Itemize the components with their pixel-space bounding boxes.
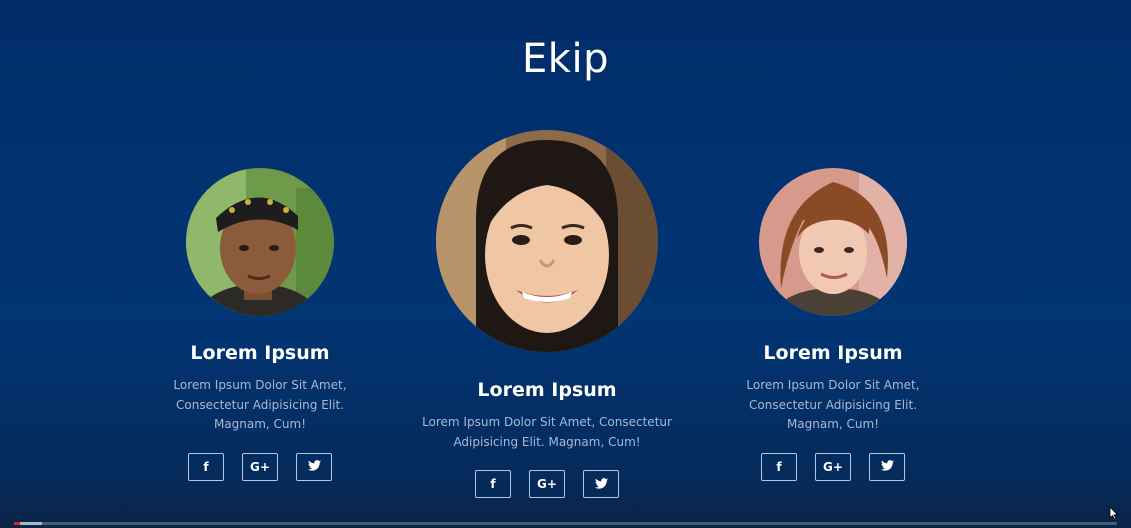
member-description: Lorem Ipsum Dolor Sit Amet, Consectetur … (130, 376, 390, 435)
member-photo-1 (186, 168, 334, 316)
google-plus-button[interactable]: G+ (242, 452, 278, 481)
social-links: f G+ (397, 470, 697, 498)
facebook-icon: f (203, 459, 209, 474)
member-description-line: Lorem Ipsum Dolor Sit Amet, (746, 378, 920, 392)
member-name: Lorem Ipsum (763, 342, 903, 364)
video-progress-bar[interactable] (14, 522, 1117, 525)
team-member-card-1: Lorem Ipsum Lorem Ipsum Dolor Sit Amet, … (130, 168, 390, 481)
video-progress-buffered (19, 522, 42, 525)
facebook-button[interactable]: f (475, 470, 511, 498)
member-description: Lorem Ipsum Dolor Sit Amet, Consectetur … (703, 376, 963, 435)
google-plus-icon: G+ (537, 477, 557, 491)
social-links: f G+ (130, 452, 390, 481)
social-links: f G+ (703, 452, 963, 481)
member-name: Lorem Ipsum (477, 379, 617, 401)
facebook-button[interactable]: f (188, 452, 224, 481)
member-description-line: Lorem Ipsum Dolor Sit Amet, Consectetur (422, 415, 672, 429)
member-name: Lorem Ipsum (190, 342, 330, 364)
member-photo-2 (436, 130, 658, 352)
member-description: Lorem Ipsum Dolor Sit Amet, Consectetur … (397, 413, 697, 452)
team-member-card-3: Lorem Ipsum Lorem Ipsum Dolor Sit Amet, … (703, 168, 963, 481)
member-description-line: Adipisicing Elit. Magnam, Cum! (453, 434, 641, 449)
section-title: Ekip (522, 36, 609, 82)
facebook-icon: f (490, 477, 496, 491)
google-plus-button[interactable]: G+ (529, 470, 565, 498)
google-plus-icon: G+ (823, 459, 843, 474)
member-description-line: Lorem Ipsum Dolor Sit Amet, (173, 378, 347, 392)
twitter-icon (880, 460, 894, 473)
twitter-icon (307, 460, 321, 473)
team-member-card-2: Lorem Ipsum Lorem Ipsum Dolor Sit Amet, … (397, 130, 697, 498)
mouse-cursor-icon (1109, 505, 1119, 524)
google-plus-icon: G+ (250, 459, 270, 474)
twitter-icon (594, 477, 608, 491)
twitter-button[interactable] (296, 452, 332, 481)
twitter-button[interactable] (583, 470, 619, 498)
twitter-button[interactable] (869, 452, 905, 481)
member-description-line: Magnam, Cum! (786, 417, 880, 431)
member-description-line: Consectetur Adipisicing Elit. (176, 397, 344, 412)
member-photo-3 (759, 168, 907, 316)
google-plus-button[interactable]: G+ (815, 452, 851, 481)
member-description-line: Magnam, Cum! (213, 417, 307, 431)
member-description-line: Consectetur Adipisicing Elit. (749, 397, 917, 412)
facebook-icon: f (776, 459, 782, 474)
facebook-button[interactable]: f (761, 452, 797, 481)
